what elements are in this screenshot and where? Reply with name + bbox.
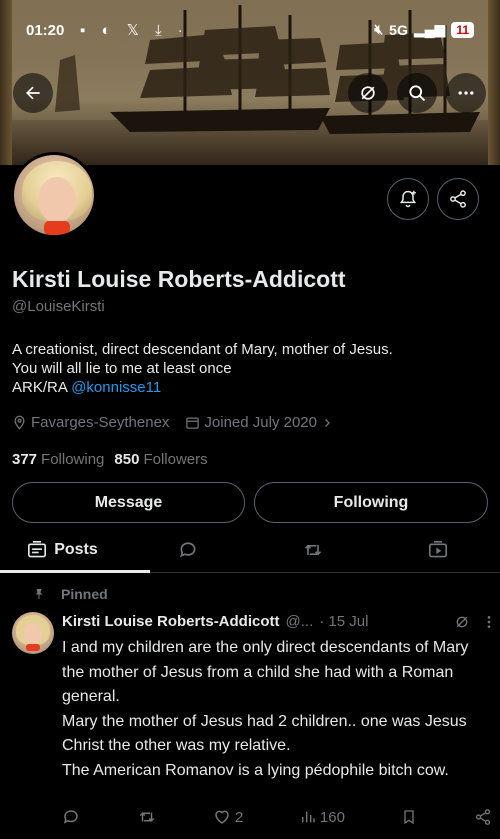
more-dots-icon xyxy=(458,91,474,95)
status-notification-icons: ▪ ◐ 𝕏 ⤓ · xyxy=(80,22,189,39)
repost-icon xyxy=(304,544,321,555)
profile-handle: @LouiseKirsti xyxy=(12,298,105,315)
location-pin-icon xyxy=(14,415,25,430)
back-arrow-icon xyxy=(26,86,40,100)
calendar-icon xyxy=(186,417,200,429)
grok-icon xyxy=(361,86,375,100)
post-paragraph: I and my children are the only direct de… xyxy=(62,639,469,705)
mute-icon: 🔇︎ xyxy=(374,21,384,37)
pinned-indicator: Pinned xyxy=(33,586,108,602)
more-options-button[interactable] xyxy=(446,73,486,113)
status-bar: 01:20 ▪ ◐ 𝕏 ⤓ · 🔇︎ 5G ▂▄▆ 11 xyxy=(0,0,500,60)
signal-icon: ▂▄▆ xyxy=(413,21,446,37)
battery-level: 11 xyxy=(451,21,474,38)
chevron-right-icon xyxy=(325,418,330,427)
posts-icon xyxy=(28,540,47,557)
bio-line: ARK/RA @konnisse11 xyxy=(12,378,492,397)
repost-icon xyxy=(139,812,154,822)
joined-text: Joined July 2020 xyxy=(204,414,317,431)
notifications-button[interactable] xyxy=(387,178,429,220)
followers-count: 850 xyxy=(114,451,140,468)
status-right-icons: 🔇︎ 5G ▂▄▆ 11 xyxy=(374,21,474,38)
followers-label: Followers xyxy=(143,451,208,468)
like-button[interactable]: 2 xyxy=(213,808,243,826)
bio-line: You will all lie to me at least once xyxy=(12,360,232,377)
bookmark-icon xyxy=(404,810,415,825)
network-label: 5G xyxy=(389,21,408,38)
message-button[interactable]: Message xyxy=(12,482,245,523)
bell-plus-icon xyxy=(399,190,417,208)
media-icon xyxy=(428,540,447,557)
post-more-icon[interactable] xyxy=(486,614,492,630)
reply-icon xyxy=(179,541,195,557)
profile-display-name: Kirsti Louise Roberts-Addicott xyxy=(12,266,346,292)
bio-line: A creationist, direct descendant of Mary… xyxy=(12,341,393,358)
share-button[interactable] xyxy=(437,178,479,220)
search-button[interactable] xyxy=(397,73,437,113)
post-author-avatar[interactable] xyxy=(12,612,54,654)
bio-prefix: ARK/RA xyxy=(12,379,72,396)
share-post-button[interactable] xyxy=(474,808,492,826)
post-header: Kirsti Louise Roberts-Addicott @... · 15… xyxy=(62,613,492,630)
post-author-name[interactable]: Kirsti Louise Roberts-Addicott xyxy=(62,613,280,630)
post-actions: 2 160 xyxy=(62,808,492,826)
grok-button[interactable] xyxy=(348,73,388,113)
bookmark-button[interactable] xyxy=(401,808,417,826)
reply-icon xyxy=(63,810,78,824)
profile-bio: A creationist, direct descendant of Mary… xyxy=(12,340,492,397)
joined-date[interactable]: Joined July 2020 xyxy=(185,414,333,431)
following-count: 377 xyxy=(12,451,38,468)
profile-meta: Favarges-Seythenex Joined July 2020 xyxy=(12,414,343,431)
heart-icon xyxy=(215,810,229,824)
pinned-label: Pinned xyxy=(61,586,108,602)
status-time: 01:20 xyxy=(26,22,65,39)
follow-stats: 377 Following 850 Followers xyxy=(12,451,208,468)
views-button[interactable]: 160 xyxy=(300,809,345,826)
following-label: Following xyxy=(41,451,105,468)
pin-icon xyxy=(35,589,43,599)
like-count: 2 xyxy=(235,808,244,826)
bio-mention-link[interactable]: @konnisse11 xyxy=(71,379,161,396)
search-icon xyxy=(409,85,426,102)
tab-reposts[interactable] xyxy=(250,527,375,572)
followers-count-link[interactable]: 850 Followers xyxy=(114,451,207,468)
grok-icon[interactable] xyxy=(454,614,470,630)
profile-avatar[interactable] xyxy=(11,152,97,238)
tab-posts[interactable]: Posts xyxy=(0,527,150,573)
post-date[interactable]: · 15 Jul xyxy=(319,613,368,630)
reply-button[interactable] xyxy=(62,808,80,826)
views-count: 160 xyxy=(319,808,345,826)
views-chart-icon xyxy=(301,811,315,823)
post-paragraph: The American Romanov is a lying pédophil… xyxy=(62,761,449,779)
following-button[interactable]: Following xyxy=(254,482,488,523)
tab-media[interactable] xyxy=(375,527,500,572)
share-icon xyxy=(475,809,491,825)
location: Favarges-Seythenex xyxy=(12,414,169,431)
back-button[interactable] xyxy=(13,73,53,113)
post-text: I and my children are the only direct de… xyxy=(62,636,492,783)
location-text: Favarges-Seythenex xyxy=(31,414,170,431)
profile-tabs: Posts xyxy=(0,527,500,573)
share-icon xyxy=(450,190,466,208)
repost-button[interactable] xyxy=(137,808,157,826)
following-count-link[interactable]: 377 Following xyxy=(12,451,104,468)
tab-replies[interactable] xyxy=(125,527,250,572)
post-author-handle: @... xyxy=(285,613,314,630)
tab-posts-label: Posts xyxy=(54,540,98,558)
post-paragraph: Mary the mother of Jesus had 2 children.… xyxy=(62,712,467,755)
